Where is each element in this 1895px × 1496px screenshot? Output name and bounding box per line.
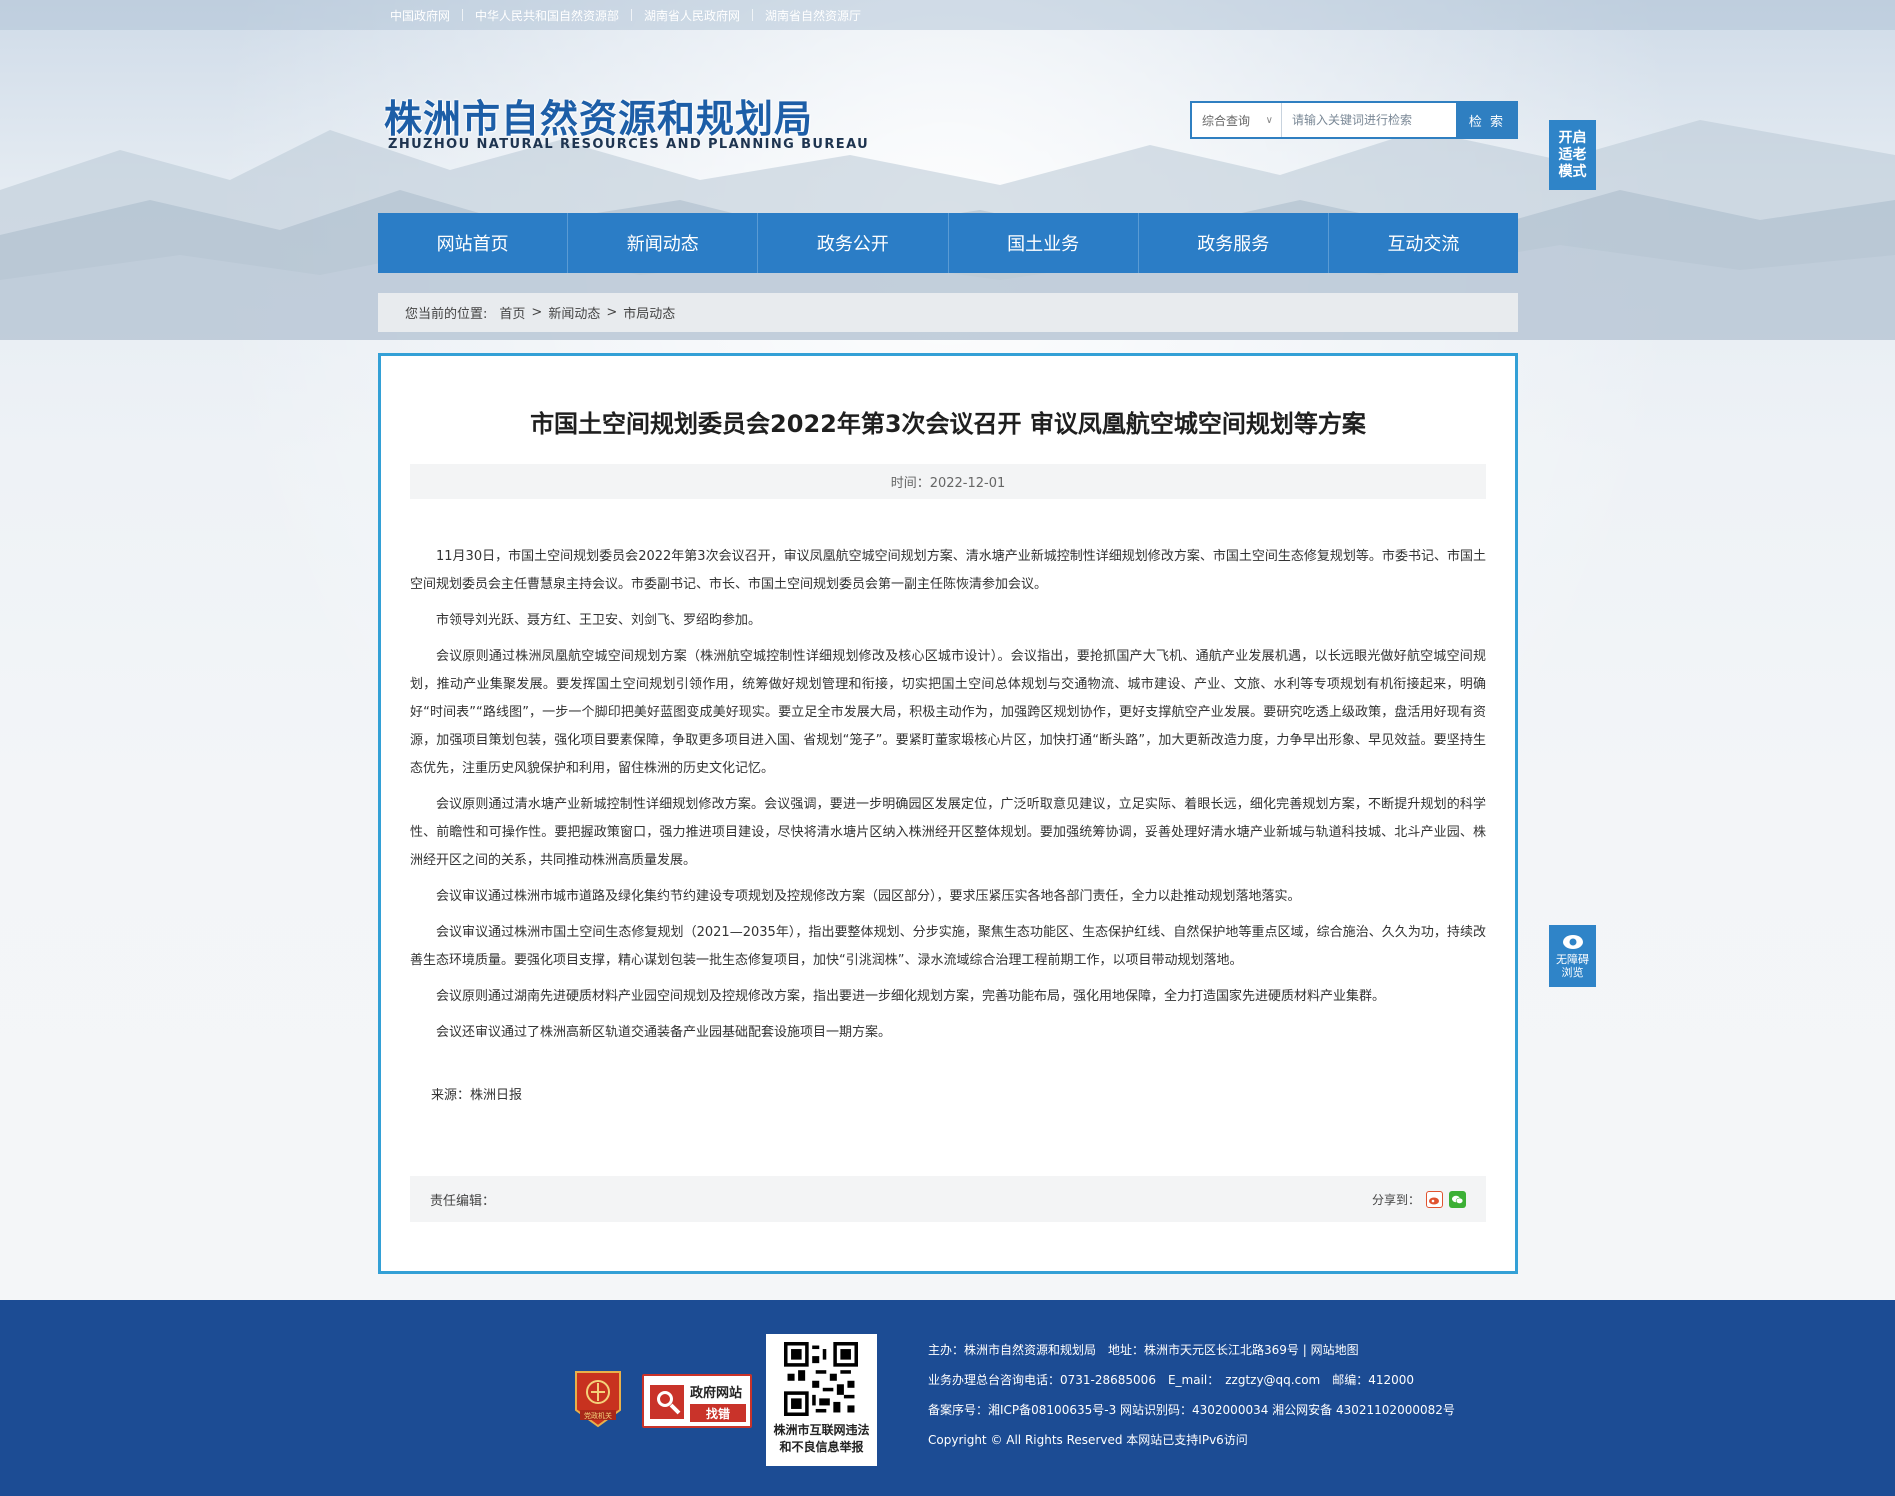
breadcrumb-label: 您当前的位置: [405,307,488,322]
top-link[interactable]: 湖南省自然资源厅 [753,7,873,24]
article-title: 市国土空间规划委员会2022年第3次会议召开 审议凤凰航空城空间规划等方案 [530,410,1366,438]
party-gov-badge-icon[interactable]: 党政机关 [572,1368,624,1430]
breadcrumb-home[interactable]: 首页 [499,303,525,322]
weibo-icon[interactable] [1426,1190,1443,1208]
footer-row-contact: 业务办理总台咨询电话：0731-28685006 E_mail： zzgtzy@… [928,1373,1415,1387]
nav-item-land-business[interactable]: 国土业务 [949,213,1139,273]
share-label: 分享到： [1371,1192,1420,1207]
top-link[interactable]: 中华人民共和国自然资源部 [463,7,631,24]
article-paragraph: 会议原则通过湖南先进硬质材料产业园空间规划及控规修改方案，指出要进一步细化规划方… [436,989,1386,1004]
nav-item-home[interactable]: 网站首页 [378,213,569,273]
main-nav: 网站首页 新闻动态 政务公开 国土业务 政务服务 互动交流 [378,213,1518,273]
accessibility-label-2: 浏览 [1561,965,1584,979]
search-scope-label: 综合查询 [1202,113,1251,128]
footer-row-icp: 备案序号：湘ICP备08100635号-3 网站识别码：4302000034 湘… [928,1403,1455,1417]
wechat-glyph [1452,1195,1464,1204]
site-logo-subtitle: ZHUZHOU NATURAL RESOURCES AND PLANNING B… [388,137,870,152]
article-source: 来源：株洲日报 [431,1088,523,1103]
breadcrumb: 您当前的位置: 首页 > 新闻动态 > 市局动态 [378,293,1518,332]
nav-item-gov-services[interactable]: 政务服务 [1139,213,1329,273]
article-container: 市国土空间规划委员会2022年第3次会议召开 审议凤凰航空城空间规划等方案 时间… [378,353,1518,1274]
qr-code-icon [784,1342,858,1416]
article-paragraph: 会议原则通过株洲凤凰航空城空间规划方案（株洲航空城控制性详细规划修改及核心区城市… [410,649,1486,776]
footer-row-host: 主办：株洲市自然资源和规划局 地址：株洲市天元区长江北路369号 | 网站地图 [928,1343,1359,1357]
accessibility-label-1: 无障碍 [1556,952,1589,966]
article-paragraph: 市领导刘光跃、聂方红、王卫安、刘剑飞、罗绍昀参加。 [436,613,762,628]
qr-caption: 株洲市互联网违法 和不良信息举报 [766,1422,877,1456]
gov-site-error-badge[interactable]: 政府网站 找错 [642,1374,752,1428]
nav-item-interaction[interactable]: 互动交流 [1329,213,1518,273]
eye-icon [1562,934,1583,949]
weibo-glyph [1429,1197,1439,1204]
search-scope-select[interactable]: 综合查询 ∨ [1192,103,1282,137]
search-button[interactable]: 检 索 [1456,101,1518,139]
elder-mode-button[interactable]: 开启适老模式 [1549,120,1596,190]
wechat-icon[interactable] [1449,1190,1466,1208]
top-link[interactable]: 中国政府网 [378,7,462,24]
article-body: 11月30日，市国土空间规划委员会2022年第3次会议召开，审议凤凰航空城空间规… [410,543,1486,1055]
article-paragraph: 会议审议通过株洲市城市道路及绿化集约节约建设专项规划及控规修改方案（园区部分），… [436,889,1301,904]
article-time: 时间：2022-12-01 [890,476,1006,491]
article-paragraph: 会议原则通过清水塘产业新城控制性详细规划修改方案。会议强调，要进一步明确园区发展… [410,797,1486,868]
nav-item-gov-affairs[interactable]: 政务公开 [758,213,949,273]
party-badge-text: 党政机关 [584,1411,612,1420]
qr-caption-line: 株洲市互联网违法 [773,1423,870,1437]
breadcrumb-news[interactable]: 新闻动态 [548,303,600,322]
share-group: 分享到： [1371,1190,1466,1208]
top-links: 中国政府网 中华人民共和国自然资源部 湖南省人民政府网 湖南省自然资源厅 [378,0,873,30]
find-error-label: 找错 [690,1404,746,1422]
chevron-down-icon: ∨ [1265,114,1273,126]
accessibility-button[interactable]: 无障碍 浏览 [1549,925,1596,987]
gov-site-label: 政府网站 [690,1386,743,1401]
editor-label: 责任编辑： [430,1193,496,1209]
nav-item-news[interactable]: 新闻动态 [568,213,759,273]
breadcrumb-current[interactable]: 市局动态 [623,303,675,322]
footer-row-copyright: Copyright © All Rights Reserved 本网站已支持IP… [928,1433,1248,1447]
magnifier-icon [650,1385,684,1419]
breadcrumb-sep: > [606,305,618,320]
article-paragraph: 11月30日，市国土空间规划委员会2022年第3次会议召开，审议凤凰航空城空间规… [410,549,1486,592]
report-qr-code[interactable]: 株洲市互联网违法 和不良信息举报 [766,1334,877,1466]
article-paragraph: 会议还审议通过了株洲高新区轨道交通装备产业园基础配套设施项目一期方案。 [436,1025,892,1040]
article-meta: 时间：2022-12-01 [410,464,1486,499]
site-logo-title[interactable]: 株洲市自然资源和规划局 [384,88,813,143]
article-paragraph: 会议审议通过株洲市国土空间生态修复规划（2021—2035年），指出要整体规划、… [410,925,1486,968]
breadcrumb-sep: > [531,305,543,320]
footer-info: 主办：株洲市自然资源和规划局 地址：株洲市天元区长江北路369号 | 网站地图 … [928,1335,1455,1455]
qr-caption-line: 和不良信息举报 [779,1440,864,1454]
top-links-bar: 中国政府网 中华人民共和国自然资源部 湖南省人民政府网 湖南省自然资源厅 [0,0,1895,30]
article-footer-bar: 责任编辑： 分享到： [410,1176,1486,1222]
top-link[interactable]: 湖南省人民政府网 [632,7,752,24]
